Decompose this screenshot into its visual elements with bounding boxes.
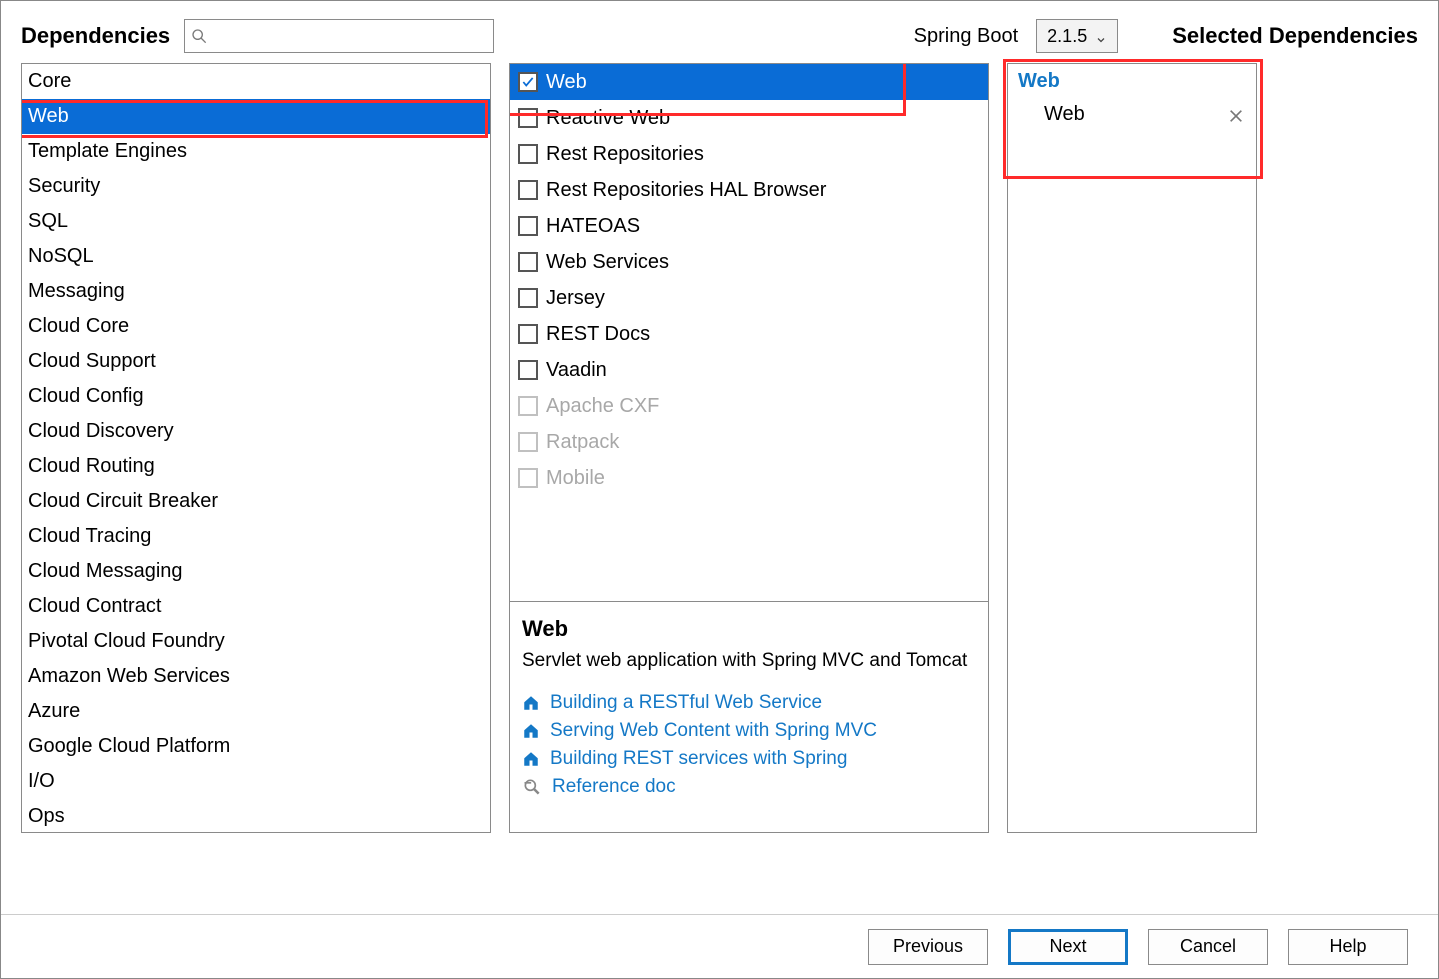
category-item[interactable]: Security — [22, 169, 490, 204]
checkbox[interactable] — [518, 180, 538, 200]
dependency-item[interactable]: Web Services — [510, 244, 988, 280]
category-item[interactable]: Template Engines — [22, 134, 490, 169]
checkbox[interactable] — [518, 216, 538, 236]
selected-group-header: Web — [1008, 64, 1256, 97]
next-button[interactable]: Next — [1008, 929, 1128, 965]
guide-link[interactable]: Serving Web Content with Spring MVC — [522, 720, 976, 742]
category-item[interactable]: Google Cloud Platform — [22, 729, 490, 764]
category-item[interactable]: Ops — [22, 799, 490, 832]
category-item[interactable]: Cloud Config — [22, 379, 490, 414]
remove-icon[interactable] — [1228, 107, 1244, 123]
dependency-item[interactable]: Reactive Web — [510, 100, 988, 136]
category-item[interactable]: Core — [22, 64, 490, 99]
guide-label: Building REST services with Spring — [550, 748, 847, 770]
dependency-item[interactable]: Rest Repositories HAL Browser — [510, 172, 988, 208]
dependency-item[interactable]: Jersey — [510, 280, 988, 316]
reference-doc-link[interactable]: Reference doc — [522, 776, 976, 798]
category-item[interactable]: Azure — [22, 694, 490, 729]
dependency-label: Reactive Web — [546, 107, 670, 130]
dependency-item: Mobile — [510, 460, 988, 496]
dependency-label: Jersey — [546, 287, 605, 310]
guide-label: Serving Web Content with Spring MVC — [550, 720, 877, 742]
category-item[interactable]: NoSQL — [22, 239, 490, 274]
chevron-down-icon — [1095, 30, 1107, 42]
dependency-label: Apache CXF — [546, 395, 659, 418]
category-item[interactable]: Amazon Web Services — [22, 659, 490, 694]
dependency-label: Web — [546, 71, 587, 94]
home-icon — [522, 694, 540, 712]
category-item[interactable]: Cloud Support — [22, 344, 490, 379]
selected-item: Web — [1008, 97, 1256, 132]
checkbox[interactable] — [518, 360, 538, 380]
category-item[interactable]: Cloud Messaging — [22, 554, 490, 589]
checkbox[interactable] — [518, 252, 538, 272]
header: Dependencies Spring Boot 2.1.5 Selected … — [1, 1, 1438, 63]
dependency-item: Apache CXF — [510, 388, 988, 424]
dependency-item[interactable]: Vaadin — [510, 352, 988, 388]
selected-dependencies-label: Selected Dependencies — [1172, 23, 1418, 49]
selected-item-label: Web — [1044, 103, 1085, 126]
category-item[interactable]: Cloud Discovery — [22, 414, 490, 449]
dependency-item[interactable]: Rest Repositories — [510, 136, 988, 172]
dependencies-panel: Web Reactive Web Rest Repositories Rest Rep… — [509, 63, 989, 833]
category-item[interactable]: Cloud Circuit Breaker — [22, 484, 490, 519]
description-panel: Web Servlet web application with Spring … — [510, 602, 988, 832]
checkbox — [518, 468, 538, 488]
checkbox[interactable] — [518, 108, 538, 128]
search-input[interactable] — [207, 20, 487, 52]
checkbox[interactable] — [518, 324, 538, 344]
dependency-label: Mobile — [546, 467, 605, 490]
categories-panel: CoreWebTemplate EnginesSecuritySQLNoSQLM… — [21, 63, 491, 833]
search-icon — [191, 28, 207, 44]
search-box[interactable] — [184, 19, 494, 53]
checkbox[interactable] — [518, 144, 538, 164]
cancel-button[interactable]: Cancel — [1148, 929, 1268, 965]
dependency-item[interactable]: Web — [510, 64, 988, 100]
dependency-label: Rest Repositories HAL Browser — [546, 179, 826, 202]
dependencies-label: Dependencies — [21, 23, 170, 49]
category-item[interactable]: Cloud Tracing — [22, 519, 490, 554]
category-item[interactable]: Cloud Routing — [22, 449, 490, 484]
description-title: Web — [522, 616, 976, 642]
checkbox[interactable] — [518, 288, 538, 308]
dependency-item: Ratpack — [510, 424, 988, 460]
category-item[interactable]: Cloud Contract — [22, 589, 490, 624]
help-button[interactable]: Help — [1288, 929, 1408, 965]
home-icon — [522, 722, 540, 740]
dependency-item[interactable]: REST Docs — [510, 316, 988, 352]
home-icon — [522, 750, 540, 768]
reference-doc-label: Reference doc — [552, 776, 676, 798]
guide-label: Building a RESTful Web Service — [550, 692, 822, 714]
checkbox[interactable] — [518, 72, 538, 92]
spring-boot-version-select[interactable]: 2.1.5 — [1036, 19, 1118, 53]
dependency-label: Rest Repositories — [546, 143, 704, 166]
footer: Previous Next Cancel Help — [1, 914, 1438, 978]
previous-button[interactable]: Previous — [868, 929, 988, 965]
category-item[interactable]: Pivotal Cloud Foundry — [22, 624, 490, 659]
dependency-label: Vaadin — [546, 359, 607, 382]
spring-boot-label: Spring Boot — [914, 25, 1019, 48]
reference-icon — [522, 777, 542, 797]
category-item[interactable]: I/O — [22, 764, 490, 799]
dependency-label: HATEOAS — [546, 215, 640, 238]
checkbox — [518, 432, 538, 452]
category-item[interactable]: Messaging — [22, 274, 490, 309]
checkbox — [518, 396, 538, 416]
dependency-item[interactable]: HATEOAS — [510, 208, 988, 244]
category-item[interactable]: Web — [22, 99, 490, 134]
category-item[interactable]: Cloud Core — [22, 309, 490, 344]
dependency-label: Web Services — [546, 251, 669, 274]
selected-panel: Web Web — [1007, 63, 1257, 833]
dependency-label: Ratpack — [546, 431, 619, 454]
spring-boot-version-value: 2.1.5 — [1047, 26, 1087, 47]
guide-link[interactable]: Building REST services with Spring — [522, 748, 976, 770]
dependency-label: REST Docs — [546, 323, 650, 346]
guide-link[interactable]: Building a RESTful Web Service — [522, 692, 976, 714]
category-item[interactable]: SQL — [22, 204, 490, 239]
description-text: Servlet web application with Spring MVC … — [522, 648, 976, 674]
